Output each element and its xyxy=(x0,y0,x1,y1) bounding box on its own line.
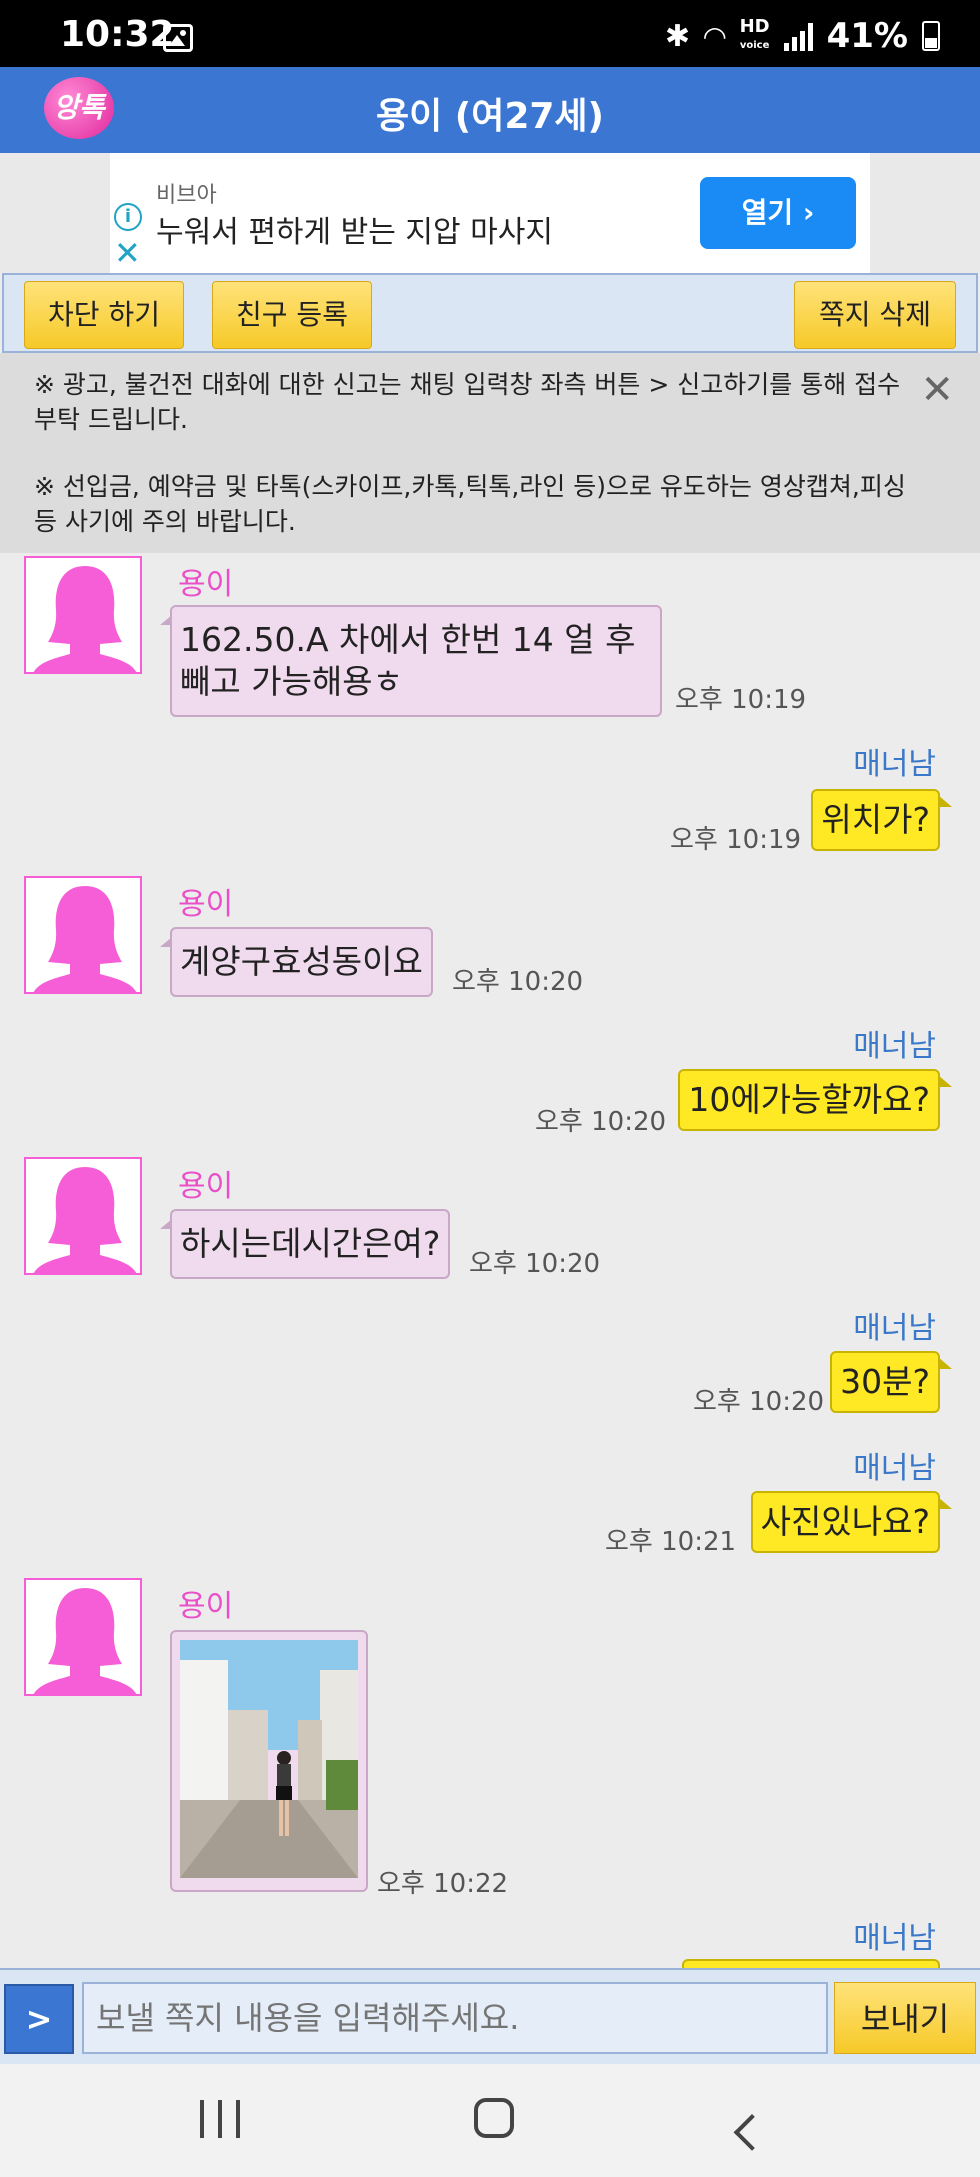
status-bar: 10:32 ✱ ◠ HD voice 41% xyxy=(0,0,980,67)
female-avatar-icon xyxy=(33,566,137,672)
bluetooth-icon: ✱ xyxy=(664,18,691,54)
hd-voice-icon: HD voice xyxy=(739,15,770,51)
back-icon[interactable] xyxy=(733,2114,771,2151)
ad-close-icon[interactable]: ✕ xyxy=(114,237,141,269)
sender-name: 용이 xyxy=(178,1589,234,1624)
sender-name: 매너남 xyxy=(853,1029,936,1064)
app-header: 앙톡 용이 (여27세) xyxy=(0,67,980,153)
status-time: 10:32 xyxy=(60,14,175,55)
home-icon[interactable] xyxy=(474,2098,514,2138)
message-time: 오후 10:20 xyxy=(469,1249,601,1279)
system-nav-bar xyxy=(0,2064,980,2177)
message-input-bar: > 보내기 xyxy=(0,1968,980,2064)
signal-icon xyxy=(783,21,813,51)
battery-icon xyxy=(922,21,940,51)
add-friend-button[interactable]: 친구 등록 xyxy=(212,281,372,349)
chat-messages[interactable]: 용이 162.50.A 차에서 한번 14 얼 후 빼고 가능해용ㅎ 오후 10… xyxy=(0,553,980,1968)
ad-headline: 누워서 편하게 받는 지압 마사지 xyxy=(156,215,553,250)
sender-name: 용이 xyxy=(178,567,234,602)
message-time: 오후 10:20 xyxy=(535,1107,667,1137)
sender-name: 매너남 xyxy=(853,1921,936,1956)
message-bubble[interactable]: 30분? xyxy=(830,1351,952,1413)
notice-close-icon[interactable]: ✕ xyxy=(920,367,954,413)
ad-banner[interactable]: i ✕ 비브아 누워서 편하게 받는 지압 마사지 열기 › xyxy=(110,153,870,273)
warning-notice: ※ 광고, 불건전 대화에 대한 신고는 채팅 입력창 좌측 버튼 > 신고하기… xyxy=(0,353,980,553)
message-bubble-partial[interactable] xyxy=(682,1959,940,1968)
sender-name: 매너남 xyxy=(853,1451,936,1486)
ad-open-button[interactable]: 열기 › xyxy=(700,177,856,249)
message-input[interactable] xyxy=(82,1982,828,2054)
female-avatar-icon xyxy=(33,1167,137,1273)
message-bubble[interactable]: 위치가? xyxy=(811,789,952,851)
message-bubble[interactable]: 사진있나요? xyxy=(750,1491,953,1553)
message-bubble[interactable]: 계양구효성동이요 xyxy=(160,927,433,997)
battery-percent: 41% xyxy=(826,16,908,56)
message-time: 오후 10:19 xyxy=(675,685,807,715)
sender-name: 매너남 xyxy=(853,1311,936,1346)
female-avatar-icon xyxy=(33,1588,137,1694)
ad-info-icon[interactable]: i xyxy=(114,203,142,231)
wifi-icon: ◠ xyxy=(704,19,726,53)
message-time: 오후 10:22 xyxy=(377,1869,509,1899)
sender-name: 매너남 xyxy=(853,747,936,782)
avatar[interactable] xyxy=(24,1157,142,1275)
delete-message-button[interactable]: 쪽지 삭제 xyxy=(794,281,956,349)
menu-toggle-button[interactable]: > xyxy=(4,1984,74,2054)
avatar[interactable] xyxy=(24,876,142,994)
avatar[interactable] xyxy=(24,1578,142,1696)
message-time: 오후 10:20 xyxy=(452,967,584,997)
message-bubble[interactable]: 하시는데시간은여? xyxy=(159,1209,451,1279)
avatar[interactable] xyxy=(24,556,142,674)
recent-apps-icon[interactable] xyxy=(200,2100,240,2138)
message-time: 오후 10:20 xyxy=(693,1387,825,1417)
message-time: 오후 10:19 xyxy=(670,825,802,855)
notice-report-text: ※ 광고, 불건전 대화에 대한 신고는 채팅 입력창 좌측 버튼 > 신고하기… xyxy=(34,370,901,434)
chat-title: 용이 (여27세) xyxy=(375,96,605,137)
ad-brand: 비브아 xyxy=(156,183,217,208)
sender-name: 용이 xyxy=(178,887,234,922)
alley-photo-image xyxy=(180,1640,358,1878)
photo-message[interactable] xyxy=(170,1630,368,1892)
action-bar: 차단 하기 친구 등록 쪽지 삭제 xyxy=(2,273,978,353)
female-avatar-icon xyxy=(33,886,137,992)
image-notification-icon xyxy=(163,24,193,52)
message-time: 오후 10:21 xyxy=(605,1527,737,1557)
block-button[interactable]: 차단 하기 xyxy=(24,281,184,349)
notice-fraud-text: ※ 선입금, 예약금 및 타톡(스카이프,카톡,틱톡,라인 등)으로 유도하는 … xyxy=(34,472,906,536)
sender-name: 용이 xyxy=(178,1169,234,1204)
message-bubble[interactable]: 162.50.A 차에서 한번 14 얼 후 빼고 가능해용ㅎ xyxy=(160,605,662,717)
ad-banner-area: i ✕ 비브아 누워서 편하게 받는 지압 마사지 열기 › xyxy=(0,153,980,273)
message-bubble[interactable]: 10에가능할까요? xyxy=(678,1069,952,1131)
send-button[interactable]: 보내기 xyxy=(834,1982,976,2054)
